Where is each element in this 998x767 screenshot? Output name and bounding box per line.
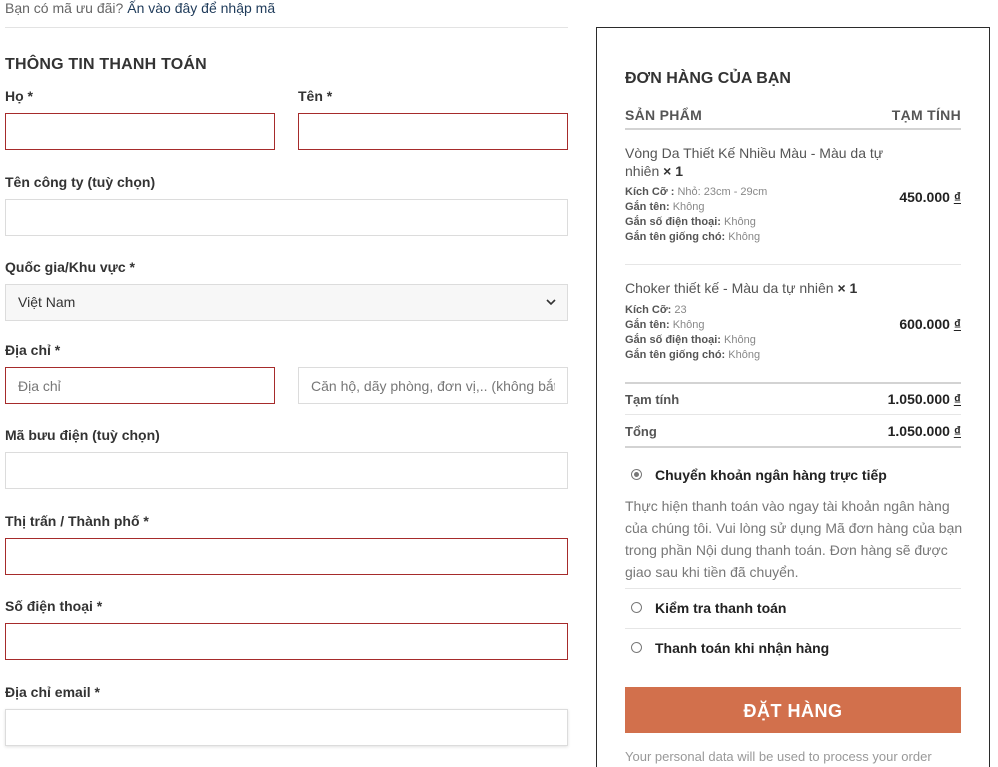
order-title: ĐƠN HÀNG CỦA BẠN <box>625 70 791 87</box>
meta-value: Không <box>724 216 756 228</box>
address-2-input[interactable] <box>298 367 568 404</box>
email-label: Địa chỉ email * <box>5 684 100 700</box>
price-amount: 1.050.000 <box>887 423 950 439</box>
payment-radio-cod[interactable] <box>631 642 642 653</box>
totals-bottom-divider <box>625 446 961 448</box>
payment-radio-bacs[interactable] <box>631 469 642 480</box>
item-2-name: Choker thiết kế - Màu da tự nhiên <box>625 280 834 296</box>
coupon-prefix: Bạn có mã ưu đãi? <box>5 0 124 16</box>
price-amount: 600.000 <box>899 316 950 332</box>
order-item-name: Choker thiết kế - Màu da tự nhiên × 1 <box>625 279 885 297</box>
items-divider <box>625 382 961 384</box>
enter-coupon-link[interactable]: Ấn vào đây để nhập mã <box>127 0 275 16</box>
coupon-notice: Bạn có mã ưu đãi? Ấn vào đây để nhập mã <box>5 0 275 16</box>
phone-label: Số điện thoại * <box>5 598 103 614</box>
email-input[interactable] <box>5 709 568 746</box>
header-divider <box>625 128 961 130</box>
postcode-label: Mã bưu điện (tuỳ chọn) <box>5 427 160 443</box>
meta-value: Không <box>724 334 756 346</box>
billing-title: THÔNG TIN THANH TOÁN <box>5 56 207 73</box>
meta-key: Gắn tên: <box>625 201 670 213</box>
first-name-label: Tên * <box>298 88 333 104</box>
meta-key: Gắn tên: <box>625 319 670 331</box>
first-name-input[interactable] <box>298 113 568 150</box>
meta-key: Gắn tên giống chó: <box>625 231 726 243</box>
last-name-input[interactable] <box>5 113 275 150</box>
country-value: Việt Nam <box>18 294 76 310</box>
item-2-qty: × 1 <box>837 280 858 296</box>
item-divider <box>625 264 961 265</box>
item-2-price: 600.000 ₫ <box>899 316 961 332</box>
meta-value: Không <box>728 231 761 243</box>
meta-value: Không <box>672 201 705 213</box>
country-label: Quốc gia/Khu vực * <box>5 259 135 275</box>
col-product-header: SẢN PHẨM <box>625 107 703 123</box>
meta-value: Không <box>728 349 761 361</box>
company-input[interactable] <box>5 199 568 236</box>
country-select[interactable]: Việt Nam <box>5 284 568 321</box>
currency-symbol: ₫ <box>953 189 961 205</box>
address-input[interactable] <box>5 367 275 404</box>
meta-value: 23 <box>674 304 687 316</box>
postcode-input[interactable] <box>5 452 568 489</box>
col-subtotal-header: TẠM TÍNH <box>891 107 961 123</box>
currency-symbol: ₫ <box>953 316 961 332</box>
meta-key: Kích Cỡ: <box>625 304 672 316</box>
payment-radio-cheque[interactable] <box>631 602 642 613</box>
payment-label-cheque[interactable]: Kiểm tra thanh toán <box>655 600 786 616</box>
price-amount: 450.000 <box>899 189 950 205</box>
meta-value: Không <box>672 319 705 331</box>
meta-key: Gắn tên giống chó: <box>625 349 726 361</box>
item-1-qty: × 1 <box>663 163 684 179</box>
currency-symbol: ₫ <box>953 391 961 407</box>
item-1-meta: Kích Cỡ : Nhỏ: 23cm - 29cm Gắn tên: Khôn… <box>625 185 767 245</box>
last-name-label: Họ * <box>5 88 33 104</box>
payment-label-bacs[interactable]: Chuyển khoản ngân hàng trực tiếp <box>655 467 887 483</box>
order-item-name: Vòng Da Thiết Kế Nhiều Màu - Màu da tự n… <box>625 144 885 180</box>
address-label: Địa chỉ * <box>5 342 61 358</box>
company-label: Tên công ty (tuỳ chọn) <box>5 174 156 190</box>
total-value: 1.050.000 ₫ <box>888 423 961 439</box>
city-label: Thị trấn / Thành phố * <box>5 513 149 529</box>
meta-value: Nhỏ: 23cm - 29cm <box>677 186 768 198</box>
currency-symbol: ₫ <box>953 423 961 439</box>
city-input[interactable] <box>5 538 568 575</box>
price-amount: 1.050.000 <box>887 391 950 407</box>
item-1-price: 450.000 ₫ <box>899 189 961 205</box>
chevron-down-icon <box>545 285 557 334</box>
total-label: Tổng <box>625 424 657 439</box>
meta-key: Kích Cỡ : <box>625 186 675 198</box>
payment-divider <box>625 628 961 629</box>
divider <box>5 27 568 28</box>
payment-label-cod[interactable]: Thanh toán khi nhận hàng <box>655 640 829 656</box>
meta-key: Gắn số điện thoại: <box>625 216 721 228</box>
meta-key: Gắn số điện thoại: <box>625 334 721 346</box>
payment-divider <box>625 588 961 589</box>
payment-description: Thực hiện thanh toán vào ngay tài khoản … <box>625 498 963 580</box>
place-order-button[interactable]: ĐẶT HÀNG <box>625 687 961 733</box>
subtotal-value: 1.050.000 ₫ <box>888 391 961 407</box>
subtotal-label: Tạm tính <box>625 392 680 407</box>
totals-divider <box>625 414 961 415</box>
order-review-panel: ĐƠN HÀNG CỦA BẠN SẢN PHẨM TẠM TÍNH Vòng … <box>596 27 990 767</box>
phone-input[interactable] <box>5 623 568 660</box>
item-2-meta: Kích Cỡ: 23 Gắn tên: Không Gắn số điện t… <box>625 303 760 363</box>
